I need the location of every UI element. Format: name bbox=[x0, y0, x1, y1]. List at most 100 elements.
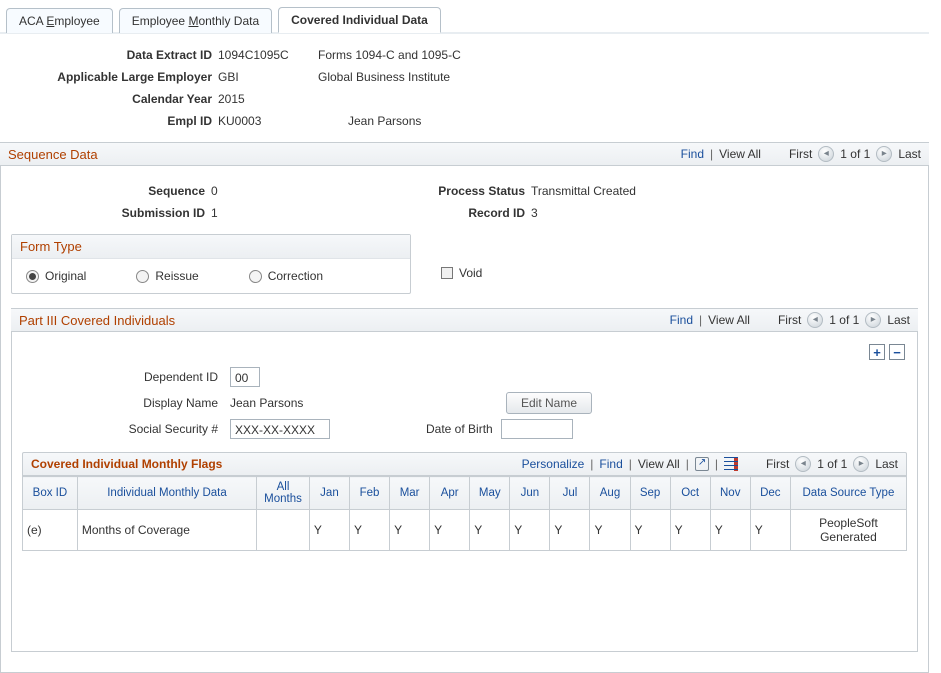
value-record-id: 3 bbox=[531, 206, 538, 220]
delete-row-button[interactable]: − bbox=[889, 344, 905, 360]
cell-imd: Months of Coverage bbox=[77, 510, 256, 551]
col-all[interactable]: All Months bbox=[257, 477, 310, 510]
seq-find-link[interactable]: Find bbox=[681, 147, 704, 161]
label-submission-id: Submission ID bbox=[11, 206, 211, 220]
groupbox-form-type: Form Type Original Reissue Correction bbox=[11, 234, 411, 294]
label-ssn: Social Security # bbox=[82, 422, 222, 436]
radio-dot-icon bbox=[26, 270, 39, 283]
checkbox-box-icon bbox=[441, 267, 453, 279]
value-ale-id: GBI bbox=[218, 70, 318, 84]
p3-count: 1 of 1 bbox=[829, 313, 859, 327]
value-data-extract-desc: Forms 1094-C and 1095-C bbox=[318, 48, 461, 62]
cell-aug: Y bbox=[590, 510, 630, 551]
p3-last[interactable]: Last bbox=[887, 313, 910, 327]
flags-prev-icon[interactable]: ◂ bbox=[795, 456, 811, 472]
tabstrip: ACA Employee Employee Monthly Data Cover… bbox=[0, 6, 929, 34]
seq-next-icon[interactable]: ▸ bbox=[876, 146, 892, 162]
flags-first[interactable]: First bbox=[766, 457, 789, 471]
col-feb[interactable]: Feb bbox=[349, 477, 389, 510]
col-apr[interactable]: Apr bbox=[430, 477, 470, 510]
col-jul[interactable]: Jul bbox=[550, 477, 590, 510]
value-data-extract-id: 1094C1095C bbox=[218, 48, 318, 62]
cell-src: PeopleSoft Generated bbox=[790, 510, 906, 551]
col-aug[interactable]: Aug bbox=[590, 477, 630, 510]
input-ssn[interactable]: XXX-XX-XXXX bbox=[230, 419, 330, 439]
tab-aca-employee[interactable]: ACA Employee bbox=[6, 8, 113, 33]
seq-view-all[interactable]: View All bbox=[719, 147, 761, 161]
section-title-sequence: Sequence Data bbox=[8, 147, 98, 162]
cell-all bbox=[257, 510, 310, 551]
cell-feb: Y bbox=[349, 510, 389, 551]
flags-next-icon[interactable]: ▸ bbox=[853, 456, 869, 472]
cell-jul: Y bbox=[550, 510, 590, 551]
value-submission-id: 1 bbox=[211, 206, 411, 220]
checkbox-void[interactable]: Void bbox=[441, 266, 482, 280]
zoom-icon[interactable] bbox=[695, 457, 709, 471]
groupbox-title-form-type: Form Type bbox=[12, 235, 410, 259]
section-flags: Covered Individual Monthly Flags Persona… bbox=[22, 452, 907, 476]
section-title-part3: Part III Covered Individuals bbox=[19, 313, 175, 328]
flags-table: Box ID Individual Monthly Data All Month… bbox=[22, 476, 907, 551]
seq-count: 1 of 1 bbox=[840, 147, 870, 161]
col-box-id[interactable]: Box ID bbox=[23, 477, 78, 510]
col-oct[interactable]: Oct bbox=[670, 477, 710, 510]
value-empl-name: Jean Parsons bbox=[318, 114, 421, 128]
label-empl-id: Empl ID bbox=[18, 114, 218, 128]
flags-last[interactable]: Last bbox=[875, 457, 898, 471]
radio-dot-icon bbox=[136, 270, 149, 283]
table-row: (e) Months of Coverage Y Y Y Y Y Y Y Y Y… bbox=[23, 510, 907, 551]
col-may[interactable]: May bbox=[470, 477, 510, 510]
col-imd[interactable]: Individual Monthly Data bbox=[77, 477, 256, 510]
flags-personalize-link[interactable]: Personalize bbox=[522, 457, 585, 471]
col-src[interactable]: Data Source Type bbox=[790, 477, 906, 510]
flags-view-all[interactable]: View All bbox=[638, 457, 680, 471]
value-ale-desc: Global Business Institute bbox=[318, 70, 450, 84]
cell-mar: Y bbox=[390, 510, 430, 551]
label-data-extract-id: Data Extract ID bbox=[18, 48, 218, 62]
col-nov[interactable]: Nov bbox=[710, 477, 750, 510]
radio-dot-icon bbox=[249, 270, 262, 283]
section-title-flags: Covered Individual Monthly Flags bbox=[31, 457, 222, 471]
p3-view-all[interactable]: View All bbox=[708, 313, 750, 327]
label-dob: Date of Birth bbox=[426, 422, 493, 436]
value-sequence: 0 bbox=[211, 184, 411, 198]
edit-name-button[interactable]: Edit Name bbox=[506, 392, 592, 414]
download-grid-icon[interactable] bbox=[724, 457, 738, 471]
p3-first[interactable]: First bbox=[778, 313, 801, 327]
p3-find-link[interactable]: Find bbox=[670, 313, 693, 327]
section-part3: Part III Covered Individuals Find | View… bbox=[11, 308, 918, 332]
col-jan[interactable]: Jan bbox=[309, 477, 349, 510]
input-dependent-id[interactable]: 00 bbox=[230, 367, 260, 387]
cell-nov: Y bbox=[710, 510, 750, 551]
tab-employee-monthly-data[interactable]: Employee Monthly Data bbox=[119, 8, 272, 33]
seq-prev-icon[interactable]: ◂ bbox=[818, 146, 834, 162]
seq-last[interactable]: Last bbox=[898, 147, 921, 161]
cell-box: (e) bbox=[23, 510, 78, 551]
label-ale: Applicable Large Employer bbox=[18, 70, 218, 84]
tab-covered-individual-data[interactable]: Covered Individual Data bbox=[278, 7, 441, 33]
flags-find-link[interactable]: Find bbox=[599, 457, 622, 471]
p3-next-icon[interactable]: ▸ bbox=[865, 312, 881, 328]
flags-header-row: Box ID Individual Monthly Data All Month… bbox=[23, 477, 907, 510]
label-dependent-id: Dependent ID bbox=[82, 370, 222, 384]
radio-reissue[interactable]: Reissue bbox=[136, 269, 198, 283]
input-dob[interactable] bbox=[501, 419, 573, 439]
cell-may: Y bbox=[470, 510, 510, 551]
radio-correction[interactable]: Correction bbox=[249, 269, 323, 283]
value-display-name: Jean Parsons bbox=[230, 396, 430, 410]
sequence-panel: Sequence 0 Process Status Transmittal Cr… bbox=[0, 166, 929, 673]
cell-jun: Y bbox=[510, 510, 550, 551]
cell-oct: Y bbox=[670, 510, 710, 551]
p3-prev-icon[interactable]: ◂ bbox=[807, 312, 823, 328]
section-sequence-data: Sequence Data Find | View All First ◂ 1 … bbox=[0, 142, 929, 166]
col-mar[interactable]: Mar bbox=[390, 477, 430, 510]
cell-apr: Y bbox=[430, 510, 470, 551]
seq-first[interactable]: First bbox=[789, 147, 812, 161]
add-row-button[interactable]: + bbox=[869, 344, 885, 360]
col-dec[interactable]: Dec bbox=[750, 477, 790, 510]
col-jun[interactable]: Jun bbox=[510, 477, 550, 510]
label-process-status: Process Status bbox=[411, 184, 531, 198]
radio-original[interactable]: Original bbox=[26, 269, 86, 283]
label-year: Calendar Year bbox=[18, 92, 218, 106]
col-sep[interactable]: Sep bbox=[630, 477, 670, 510]
